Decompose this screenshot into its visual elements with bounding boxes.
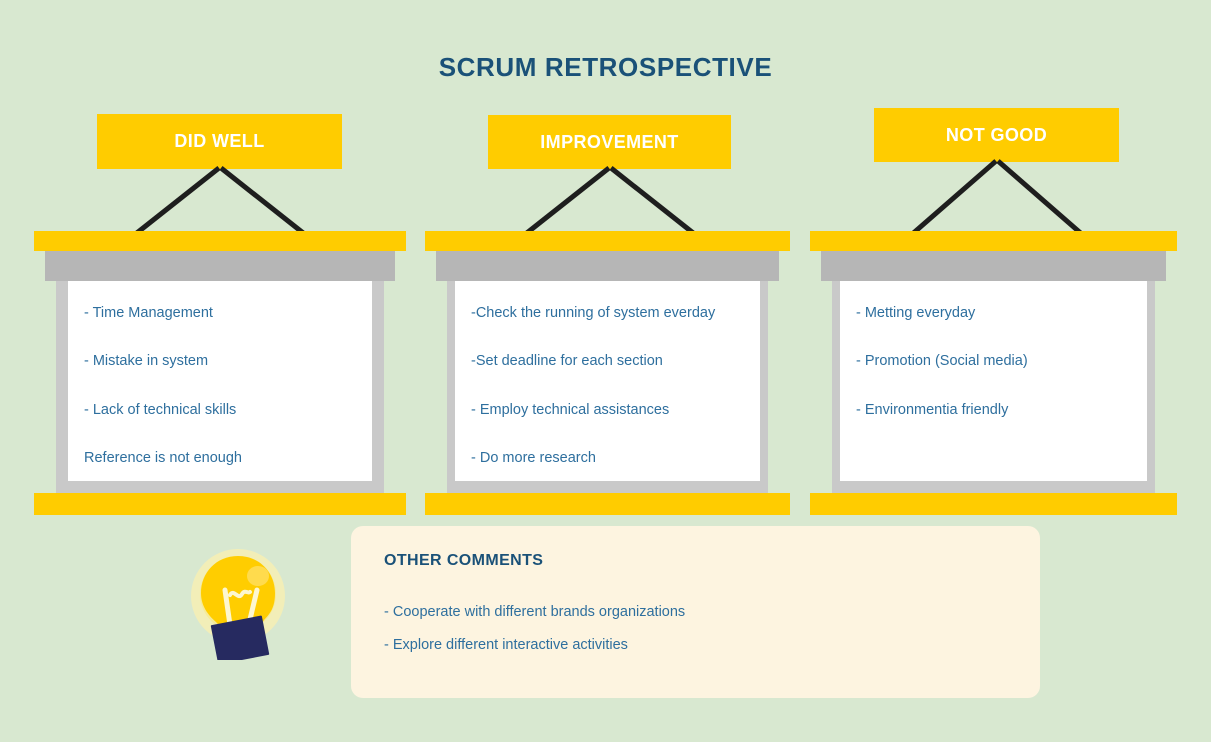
column-banner-improvement[interactable]: IMPROVEMENT [488,115,731,169]
board-paper-not-good: - Metting everyday - Promotion (Social m… [840,281,1147,481]
lightbulb-icon [191,549,285,660]
board-bottom-bar [34,493,406,515]
board-shelf [821,251,1166,281]
list-item: Reference is not enough [84,450,242,467]
board-bottom-bar [425,493,790,515]
board-top-bar [425,231,790,251]
board-top-bar [34,231,406,251]
column-banner-label: DID WELL [174,131,265,151]
connector-lines-improvement [521,166,699,238]
column-banner-label: IMPROVEMENT [540,131,679,152]
board-not-good: - Metting everyday - Promotion (Social m… [810,231,1177,515]
board-improvement: -Check the running of system everday -Se… [425,231,790,515]
diagram-canvas: SCRUM RETROSPECTIVE DID WELL - Time Mana… [0,0,1211,742]
connector-lines-did-well [131,166,309,238]
board-paper-improvement: -Check the running of system everday -Se… [455,281,760,481]
list-item: - Cooperate with different brands organi… [384,604,686,620]
board-did-well: - Time Management - Mistake in system - … [34,231,406,515]
list-item: - Do more research [471,450,596,467]
other-comments-panel: OTHER COMMENTS - Cooperate with differen… [351,526,1040,698]
column-banner-did-well[interactable]: DID WELL [97,114,342,169]
board-bottom-bar [810,493,1177,515]
other-comments-title: OTHER COMMENTS [384,552,544,569]
board-paper-did-well: - Time Management - Mistake in system - … [68,281,372,481]
list-item: - Metting everyday [856,305,976,321]
list-item: - Employ technical assistances [471,401,670,418]
column-banner-label: NOT GOOD [945,124,1048,145]
column-banner-not-good[interactable]: NOT GOOD [874,108,1119,162]
list-item: - Promotion (Social media) [856,353,1028,370]
connector-lines-not-good [908,159,1086,238]
list-item: -Set deadline for each section [471,353,663,370]
list-item: - Mistake in system [84,353,209,370]
list-item: -Check the running of system everday [471,305,716,321]
list-item: - Lack of technical skills [84,401,237,418]
list-item: - Environmentia friendly [856,401,1009,418]
list-item: - Time Management [84,305,213,321]
list-item: - Explore different interactive activiti… [384,637,628,654]
page-title: SCRUM RETROSPECTIVE [438,52,773,82]
board-shelf [436,251,779,281]
board-shelf [45,251,395,281]
board-top-bar [810,231,1177,251]
